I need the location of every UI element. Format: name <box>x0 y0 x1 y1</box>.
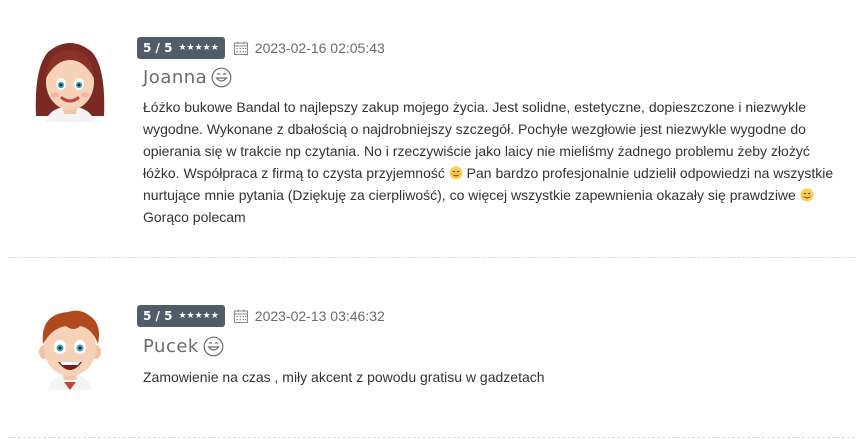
calendar-icon <box>233 309 248 323</box>
reviewer-name-row: Pucek <box>143 333 224 359</box>
review-text: Zamowienie na czas , miły akcent z powod… <box>143 369 545 385</box>
review-item: 5 / 5 ★★★★★ 2023-02-16 02:05:43 Joanna Ł… <box>0 0 863 258</box>
review-divider <box>8 437 855 438</box>
smile-icon <box>211 67 232 87</box>
review-item: 5 / 5 ★★★★★ 2023-02-13 03:46:32 Pucek Za… <box>0 258 863 443</box>
stars-rating: ★★★★★ <box>178 310 219 321</box>
review-meta: 5 / 5 ★★★★★ 2023-02-13 03:46:32 <box>137 305 385 327</box>
review-meta: 5 / 5 ★★★★★ 2023-02-16 02:05:43 <box>137 37 385 59</box>
stars-rating: ★★★★★ <box>178 42 219 53</box>
rating-text: 5 / 5 <box>143 41 173 55</box>
calendar-icon <box>233 41 248 55</box>
reviewer-name-row: Joanna <box>143 64 232 90</box>
reviewer-name: Pucek <box>143 335 199 357</box>
smile-icon <box>203 336 224 356</box>
female-avatar-icon <box>35 43 105 122</box>
smiling-emoji-icon <box>449 166 463 180</box>
review-date: 2023-02-16 02:05:43 <box>254 40 385 56</box>
rating-badge: 5 / 5 ★★★★★ <box>137 305 225 327</box>
review-text-part: Gorąco polecam <box>143 209 246 225</box>
smiling-emoji-icon <box>800 188 814 202</box>
rating-text: 5 / 5 <box>143 309 173 323</box>
review-text: Łóżko bukowe Bandal to najlepszy zakup m… <box>143 96 843 228</box>
reviewer-name: Joanna <box>143 66 208 88</box>
male-avatar-icon <box>39 310 101 390</box>
rating-badge: 5 / 5 ★★★★★ <box>137 37 225 59</box>
review-date: 2023-02-13 03:46:32 <box>254 308 385 324</box>
